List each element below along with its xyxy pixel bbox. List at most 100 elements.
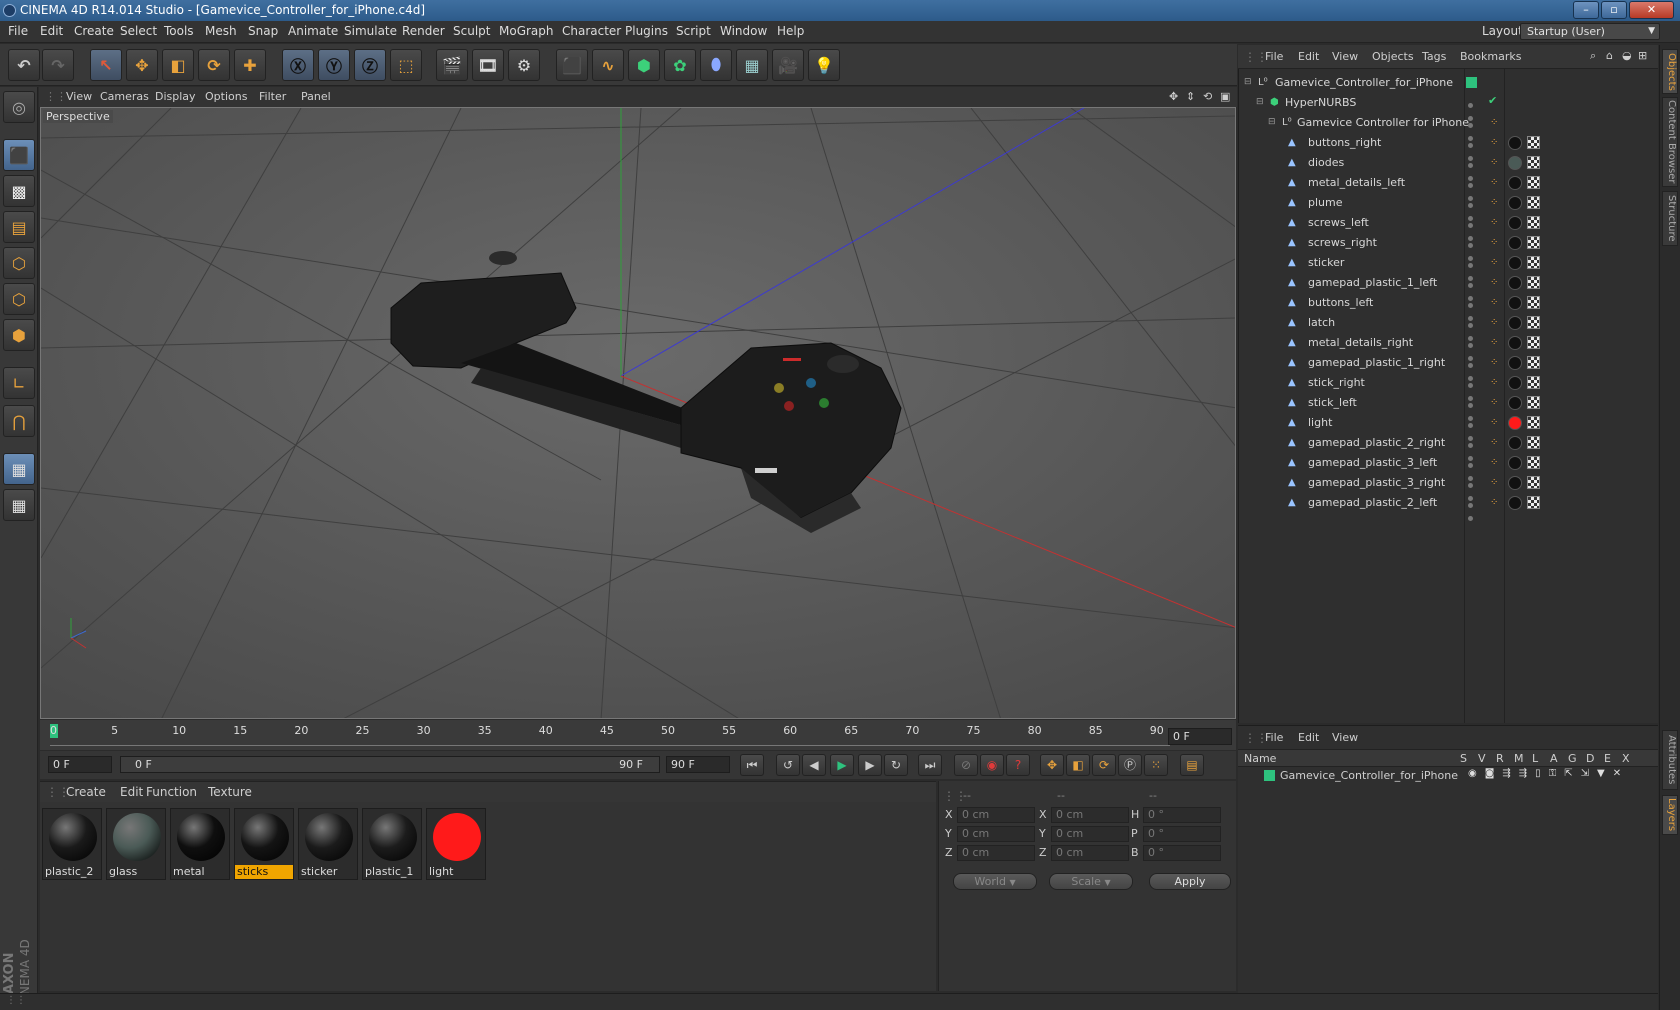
coord-field[interactable]: 0 ° xyxy=(1143,807,1221,823)
menu-character[interactable]: Character xyxy=(562,24,621,38)
visibility-dots[interactable] xyxy=(1468,178,1488,201)
uvw-tag-icon[interactable] xyxy=(1527,416,1540,429)
snap-button[interactable]: ⋂ xyxy=(3,405,35,437)
uvw-tag-icon[interactable] xyxy=(1527,336,1540,349)
tree-row-root[interactable]: ⊟ L⁰ Gamevice_Controller_for_iPhone xyxy=(1238,73,1658,93)
phong-tag-icon[interactable]: ⁘ xyxy=(1490,277,1502,289)
layer-column-a[interactable]: A xyxy=(1550,752,1558,765)
tab-structure[interactable]: Structure xyxy=(1662,191,1678,246)
current-frame-field[interactable]: 0 F xyxy=(1168,728,1232,745)
phong-tag-icon[interactable]: ⁘ xyxy=(1490,477,1502,489)
menu-create[interactable]: Create xyxy=(74,24,114,38)
axis-mode-button[interactable]: ∟ xyxy=(3,367,35,399)
material-tag-icon[interactable] xyxy=(1508,316,1522,330)
viewport-menu-display[interactable]: Display xyxy=(155,90,196,103)
tree-row-gamepad_plastic_1_left[interactable]: ▲ gamepad_plastic_1_left ⁘ xyxy=(1238,273,1658,301)
timeline-button[interactable]: ▤ xyxy=(1180,754,1204,776)
visibility-dots[interactable] xyxy=(1468,478,1488,501)
uvw-tag-icon[interactable] xyxy=(1527,376,1540,389)
points-mode-button[interactable]: ⬡ xyxy=(3,247,35,279)
layer-column-v[interactable]: V xyxy=(1478,752,1486,765)
visibility-dots[interactable] xyxy=(1468,278,1488,301)
phong-tag-icon[interactable]: ⁘ xyxy=(1490,117,1502,129)
light-button[interactable]: 💡 xyxy=(808,49,840,81)
close-button[interactable]: ✕ xyxy=(1629,1,1674,19)
objects-menu-view[interactable]: View xyxy=(1332,50,1358,63)
material-tag-icon[interactable] xyxy=(1508,336,1522,350)
objects-menu-objects[interactable]: Objects xyxy=(1372,50,1414,63)
material-tag-icon[interactable] xyxy=(1508,496,1522,510)
goto-start-button[interactable]: ⏮ xyxy=(740,754,764,776)
menu-snap[interactable]: Snap xyxy=(248,24,278,38)
uvw-tag-icon[interactable] xyxy=(1527,136,1540,149)
coord-field[interactable]: 0 cm xyxy=(957,826,1035,842)
tab-attributes[interactable]: Attributes xyxy=(1662,730,1678,790)
uvw-tag-icon[interactable] xyxy=(1527,296,1540,309)
tree-row-gamepad_plastic_2_left[interactable]: ▲ gamepad_plastic_2_left ⁘ xyxy=(1238,493,1658,521)
viewport-maximize-icon[interactable]: ▣ xyxy=(1220,90,1230,103)
new-window-icon[interactable]: ⊞ xyxy=(1638,49,1647,62)
visibility-dots[interactable] xyxy=(1468,258,1488,281)
viewport-rotate-icon[interactable]: ⟲ xyxy=(1203,90,1212,103)
workplane-lock-button[interactable]: ▦ xyxy=(3,453,35,485)
goto-end-button[interactable]: ⏭ xyxy=(918,754,942,776)
phong-tag-icon[interactable]: ⁘ xyxy=(1490,257,1502,269)
tree-row-gamepad_plastic_3_left[interactable]: ▲ gamepad_plastic_3_left ⁘ xyxy=(1238,453,1658,481)
uvw-tag-icon[interactable] xyxy=(1527,476,1540,489)
timeline-ruler[interactable]: 0 5 10 15 20 25 30 35 40 45 50 55 60 65 70 75 80 85 90 0 F xyxy=(40,720,1236,750)
start-frame-field[interactable]: 0 F xyxy=(48,756,112,773)
expand-icon[interactable]: ⊟ xyxy=(1268,117,1278,128)
material-sticker[interactable]: sticker xyxy=(298,808,358,880)
layer-column-m[interactable]: M xyxy=(1514,752,1524,765)
tree-row-gamepad_plastic_2_right[interactable]: ▲ gamepad_plastic_2_right ⁘ xyxy=(1238,433,1658,461)
live-selection-button[interactable]: ↖ xyxy=(90,49,122,81)
key-rotation-button[interactable]: ⟳ xyxy=(1092,754,1116,776)
material-menu-function[interactable]: Function xyxy=(146,785,197,799)
coord-field[interactable]: 0 cm xyxy=(957,845,1035,861)
material-tag-icon[interactable] xyxy=(1508,396,1522,410)
render-settings-button[interactable]: ⚙ xyxy=(508,49,540,81)
make-editable-button[interactable]: ◎ xyxy=(3,91,35,123)
uvw-tag-icon[interactable] xyxy=(1527,256,1540,269)
uvw-tag-icon[interactable] xyxy=(1527,316,1540,329)
tab-content-browser[interactable]: Content Browser xyxy=(1662,97,1678,187)
phong-tag-icon[interactable]: ⁘ xyxy=(1490,177,1502,189)
visibility-dots[interactable] xyxy=(1468,318,1488,341)
scale-tool-button[interactable]: ◧ xyxy=(162,49,194,81)
eye-icon[interactable]: ◒ xyxy=(1622,49,1632,62)
menu-script[interactable]: Script xyxy=(676,24,711,38)
render-view-button[interactable]: 🎬 xyxy=(436,49,468,81)
layer-column-e[interactable]: E xyxy=(1604,752,1611,765)
maximize-button[interactable]: ▫ xyxy=(1601,1,1627,19)
phong-tag-icon[interactable]: ⁘ xyxy=(1490,417,1502,429)
material-tag-icon[interactable] xyxy=(1508,376,1522,390)
phong-tag-icon[interactable]: ⁘ xyxy=(1490,497,1502,509)
menu-tools[interactable]: Tools xyxy=(164,24,194,38)
workplane-mode-button[interactable]: ▤ xyxy=(3,211,35,243)
menu-help[interactable]: Help xyxy=(777,24,804,38)
layer-column-l[interactable]: L xyxy=(1532,752,1538,765)
objects-menu-edit[interactable]: Edit xyxy=(1298,50,1319,63)
objects-menu-bookmarks[interactable]: Bookmarks xyxy=(1460,50,1521,63)
visibility-dots[interactable] xyxy=(1468,378,1488,401)
model-mode-button[interactable]: ⬛ xyxy=(3,139,35,171)
material-tag-icon[interactable] xyxy=(1508,276,1522,290)
keyframe-selection-button[interactable]: ⊘ xyxy=(954,754,978,776)
tree-row-metal_details_left[interactable]: ▲ metal_details_left ⁘ xyxy=(1238,173,1658,201)
visibility-dots[interactable] xyxy=(1468,438,1488,461)
goto-previous-frame-button[interactable]: ◀ xyxy=(802,754,826,776)
visibility-dots[interactable] xyxy=(1468,418,1488,441)
cube-object-button[interactable]: ⬛ xyxy=(556,49,588,81)
material-plastic_1[interactable]: plastic_1 xyxy=(362,808,422,880)
coord-field[interactable]: 0 cm xyxy=(1051,826,1129,842)
phong-tag-icon[interactable]: ⁘ xyxy=(1490,397,1502,409)
visibility-dots[interactable] xyxy=(1468,138,1488,161)
viewport-menu-cameras[interactable]: Cameras xyxy=(100,90,149,103)
tree-row-hypernurbs[interactable]: ⊟ ⬢ HyperNURBS ✔ xyxy=(1238,93,1658,121)
render-picture-viewer-button[interactable]: 🎞 xyxy=(472,49,504,81)
perspective-viewport[interactable]: Perspective xyxy=(40,107,1236,719)
material-tag-icon[interactable] xyxy=(1508,196,1522,210)
tree-row-diodes[interactable]: ▲ diodes ⁘ xyxy=(1238,153,1658,181)
menu-simulate[interactable]: Simulate xyxy=(344,24,397,38)
visibility-dots[interactable] xyxy=(1468,198,1488,221)
